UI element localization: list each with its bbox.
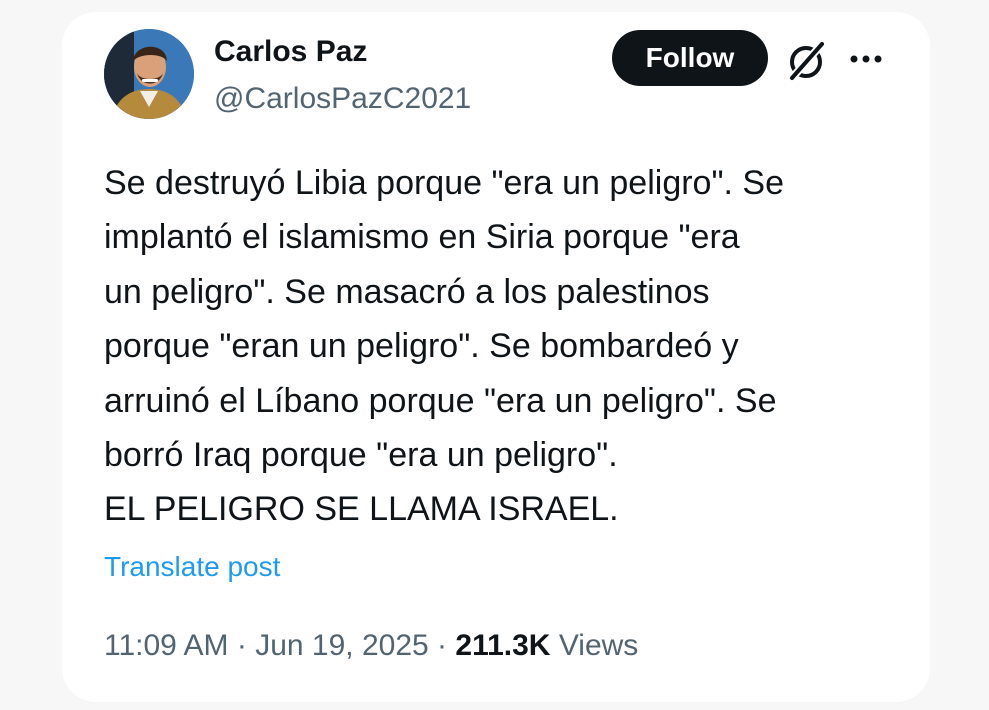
avatar-photo [104,29,194,119]
post-time[interactable]: 11:09 AM [104,629,229,662]
post-meta: 11:09 AM · Jun 19, 2025 · 211.3K Views [104,626,638,666]
views-label: Views [558,629,639,662]
grok-icon[interactable] [784,38,830,84]
author-handle[interactable]: @CarlosPazC2021 [214,79,471,119]
views-count[interactable]: 211.3K [455,629,550,662]
post-text-line: un peligro". Se masacró a los palestinos [104,272,710,311]
post-text-line: EL PELIGRO SE LLAMA ISRAEL. [104,490,619,529]
post-text-line: arruinó el Líbano porque "era un peligro… [104,381,777,420]
meta-separator: · [236,629,247,662]
post-text-line: implantó el islamismo en Siria porque "e… [104,218,740,257]
post-text-line: borró Iraq porque "era un peligro". [104,436,618,475]
follow-button[interactable]: Follow [612,30,768,86]
translate-post-link[interactable]: Translate post [104,549,280,585]
screenshot-frame: Carlos Paz @CarlosPazC2021 Follow Se des… [0,0,989,710]
author-name[interactable]: Carlos Paz [214,32,367,72]
post-text: Se destruyó Libia porque "era un peligro… [104,156,894,537]
more-horizontal-icon[interactable] [846,44,886,74]
post-date[interactable]: Jun 19, 2025 [255,629,428,662]
author-avatar[interactable] [104,29,194,119]
post-text-line: Se destruyó Libia porque "era un peligro… [104,164,785,202]
meta-separator: · [437,629,448,662]
post-text-line: porque "eran un peligro". Se bombardeó y [104,327,739,366]
